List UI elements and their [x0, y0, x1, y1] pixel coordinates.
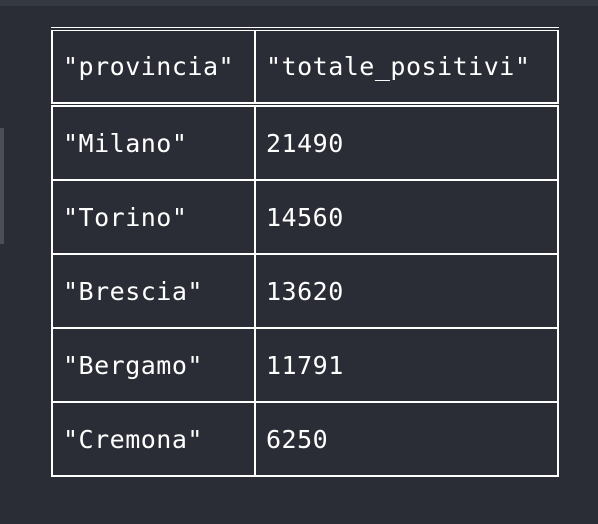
column-header-totale-positivi: "totale_positivi" [254, 27, 559, 107]
cell-totale-positivi: 6250 [254, 401, 559, 477]
table-row: "Brescia" 13620 [51, 253, 559, 329]
top-edge-bar [0, 0, 598, 6]
scrollbar-handle[interactable] [0, 128, 4, 244]
cell-provincia: "Bergamo" [51, 327, 256, 403]
column-header-provincia: "provincia" [51, 27, 256, 107]
cell-totale-positivi: 14560 [254, 179, 559, 255]
cell-totale-positivi: 13620 [254, 253, 559, 329]
query-result-table: "provincia" "totale_positivi" "Milano" 2… [51, 27, 559, 477]
cell-totale-positivi: 21490 [254, 103, 559, 181]
header-row: "provincia" "totale_positivi" [51, 27, 559, 107]
cell-provincia: "Milano" [51, 103, 256, 181]
cell-totale-positivi: 11791 [254, 327, 559, 403]
table-row: "Bergamo" 11791 [51, 327, 559, 403]
table-row: "Torino" 14560 [51, 179, 559, 255]
table-row: "Milano" 21490 [51, 103, 559, 181]
cell-provincia: "Brescia" [51, 253, 256, 329]
table-row: "Cremona" 6250 [51, 401, 559, 477]
cell-provincia: "Cremona" [51, 401, 256, 477]
cell-provincia: "Torino" [51, 179, 256, 255]
